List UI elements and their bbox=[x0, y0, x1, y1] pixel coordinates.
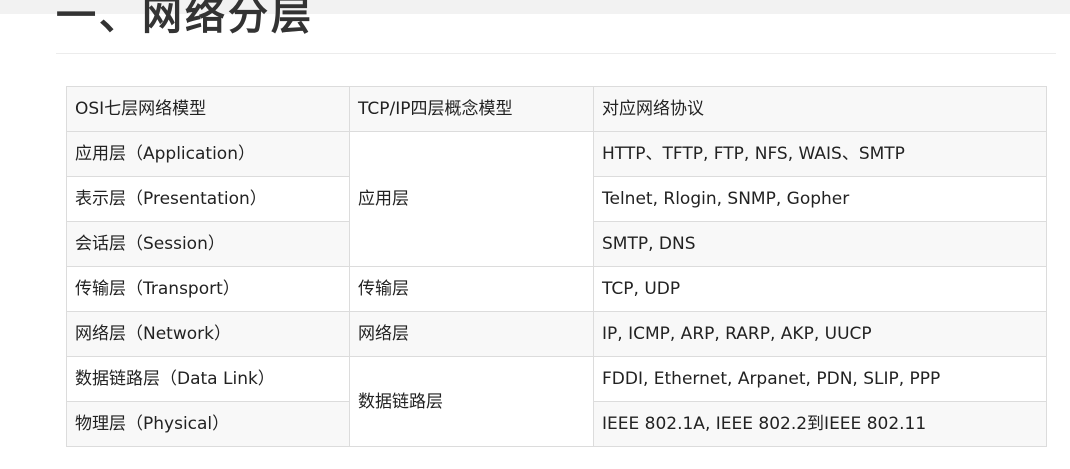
header-osi: OSI七层网络模型 bbox=[66, 86, 350, 132]
protocol-cell: FDDI, Ethernet, Arpanet, PDN, SLIP, PPP bbox=[593, 356, 1047, 402]
header-protocols: 对应网络协议 bbox=[593, 86, 1047, 132]
protocol-cell: HTTP、TFTP, FTP, NFS, WAIS、SMTP bbox=[593, 131, 1047, 177]
table-header-row: OSI七层网络模型 TCP/IP四层概念模型 对应网络协议 bbox=[66, 86, 1047, 132]
title-divider bbox=[56, 53, 1056, 54]
osi-layer-cell: 传输层（Transport） bbox=[66, 266, 350, 312]
osi-layer-cell: 网络层（Network） bbox=[66, 311, 350, 357]
page-title: 一、网络分层 bbox=[56, 0, 314, 39]
tcpip-layer-cell: 网络层 bbox=[349, 311, 594, 357]
osi-layer-cell: 数据链路层（Data Link） bbox=[66, 356, 350, 402]
table-row: 网络层（Network） 网络层 IP, ICMP, ARP, RARP, AK… bbox=[66, 311, 1047, 357]
protocol-cell: TCP, UDP bbox=[593, 266, 1047, 312]
header-tcpip: TCP/IP四层概念模型 bbox=[349, 86, 594, 132]
protocol-cell: Telnet, Rlogin, SNMP, Gopher bbox=[593, 176, 1047, 222]
tcpip-layer-cell: 数据链路层 bbox=[349, 356, 594, 447]
protocol-cell: IP, ICMP, ARP, RARP, AKP, UUCP bbox=[593, 311, 1047, 357]
table-row: 传输层（Transport） 传输层 TCP, UDP bbox=[66, 266, 1047, 312]
osi-layer-cell: 应用层（Application） bbox=[66, 131, 350, 177]
network-layers-table: OSI七层网络模型 TCP/IP四层概念模型 对应网络协议 应用层（Applic… bbox=[66, 86, 1047, 447]
protocol-cell: IEEE 802.1A, IEEE 802.2到IEEE 802.11 bbox=[593, 401, 1047, 447]
tcpip-layer-cell: 应用层 bbox=[349, 131, 594, 267]
table-row: 应用层（Application） 应用层 HTTP、TFTP, FTP, NFS… bbox=[66, 131, 1047, 267]
protocol-cell: SMTP, DNS bbox=[593, 221, 1047, 267]
tcpip-layer-cell: 传输层 bbox=[349, 266, 594, 312]
osi-layer-cell: 表示层（Presentation） bbox=[66, 176, 350, 222]
table-row: 数据链路层（Data Link） 数据链路层 FDDI, Ethernet, A… bbox=[66, 356, 1047, 447]
osi-layer-cell: 物理层（Physical） bbox=[66, 401, 350, 447]
osi-layer-cell: 会话层（Session） bbox=[66, 221, 350, 267]
